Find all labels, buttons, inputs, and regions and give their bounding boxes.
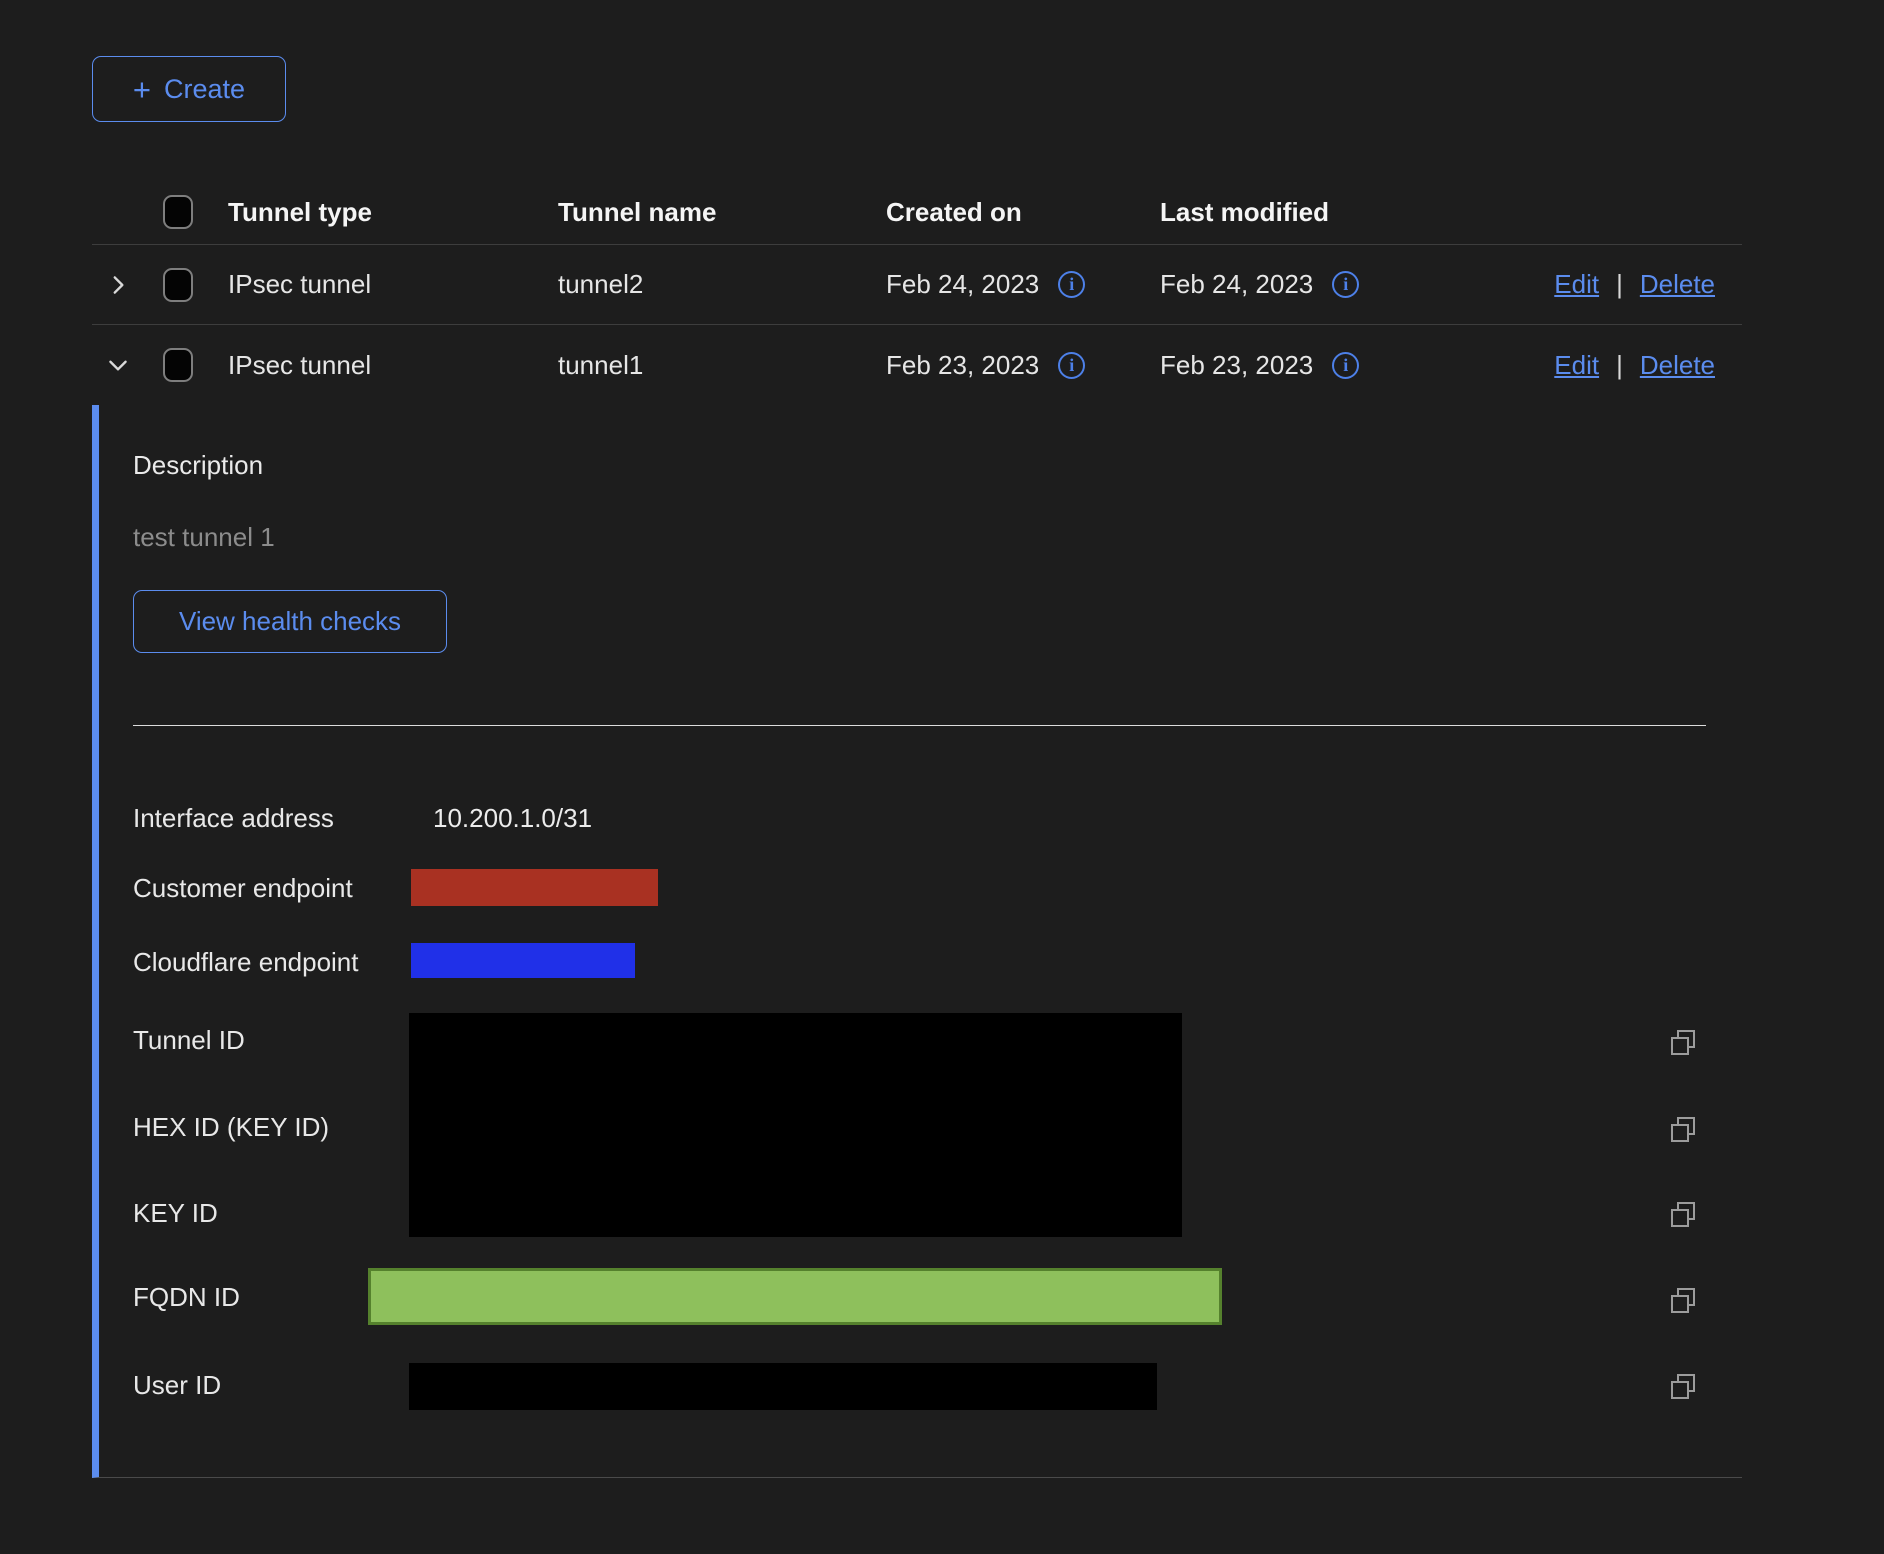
description-label: Description [133, 448, 263, 482]
cloudflare-endpoint-redaction [411, 943, 635, 978]
table-header-row: Tunnel type Tunnel name Created on Last … [92, 180, 1742, 245]
description-value: test tunnel 1 [133, 520, 275, 554]
copy-icon[interactable] [1668, 1372, 1698, 1402]
actions-separator: | [1616, 269, 1623, 300]
copy-icon[interactable] [1668, 1115, 1698, 1145]
chevron-right-icon[interactable] [92, 271, 137, 299]
customer-endpoint-label: Customer endpoint [133, 871, 353, 905]
info-icon[interactable]: i [1332, 271, 1359, 298]
section-divider [133, 725, 1706, 726]
table-row: IPsec tunnel tunnel1 Feb 23, 2023 i Feb … [92, 325, 1742, 405]
last-modified-value: Feb 23, 2023 [1160, 350, 1313, 381]
interface-address-value: 10.200.1.0/31 [433, 801, 592, 835]
last-modified-value: Feb 24, 2023 [1160, 269, 1313, 300]
delete-link[interactable]: Delete [1640, 350, 1715, 381]
tunnels-table: Tunnel type Tunnel name Created on Last … [92, 180, 1742, 405]
header-tunnel-name: Tunnel name [558, 197, 886, 228]
copy-icon[interactable] [1668, 1028, 1698, 1058]
header-tunnel-type: Tunnel type [228, 197, 558, 228]
edit-link[interactable]: Edit [1554, 350, 1599, 381]
tunnel-name-value: tunnel2 [558, 269, 886, 300]
header-created-on: Created on [886, 197, 1160, 228]
tunnel-name-value: tunnel1 [558, 350, 886, 381]
info-icon[interactable]: i [1058, 271, 1085, 298]
info-icon[interactable]: i [1058, 352, 1085, 379]
user-id-label: User ID [133, 1368, 221, 1402]
copy-icon[interactable] [1668, 1200, 1698, 1230]
ids-redaction-block [409, 1013, 1182, 1237]
created-on-value: Feb 23, 2023 [886, 350, 1039, 381]
key-id-label: KEY ID [133, 1196, 218, 1230]
table-row: IPsec tunnel tunnel2 Feb 24, 2023 i Feb … [92, 245, 1742, 325]
create-button-label: Create [164, 74, 245, 105]
interface-address-label: Interface address [133, 801, 334, 835]
info-icon[interactable]: i [1332, 352, 1359, 379]
tunnel-type-value: IPsec tunnel [228, 269, 558, 300]
create-button[interactable]: + Create [92, 56, 286, 122]
copy-icon[interactable] [1668, 1286, 1698, 1316]
edit-link[interactable]: Edit [1554, 269, 1599, 300]
delete-link[interactable]: Delete [1640, 269, 1715, 300]
fqdn-id-redaction [368, 1268, 1222, 1325]
tunnel-detail-panel: Description test tunnel 1 View health ch… [92, 405, 1742, 1478]
view-health-checks-button[interactable]: View health checks [133, 590, 447, 653]
cloudflare-endpoint-label: Cloudflare endpoint [133, 945, 359, 979]
chevron-down-icon[interactable] [92, 351, 137, 379]
tunnel-type-value: IPsec tunnel [228, 350, 558, 381]
hex-id-label: HEX ID (KEY ID) [133, 1110, 329, 1144]
select-all-checkbox[interactable] [163, 195, 193, 229]
tunnel-id-label: Tunnel ID [133, 1023, 245, 1057]
row-checkbox[interactable] [163, 348, 193, 382]
created-on-value: Feb 24, 2023 [886, 269, 1039, 300]
header-last-modified: Last modified [1160, 197, 1470, 228]
plus-icon: + [133, 74, 151, 105]
actions-separator: | [1616, 350, 1623, 381]
customer-endpoint-redaction [411, 869, 658, 906]
row-checkbox[interactable] [163, 268, 193, 302]
user-id-redaction [409, 1363, 1157, 1410]
fqdn-id-label: FQDN ID [133, 1280, 240, 1314]
